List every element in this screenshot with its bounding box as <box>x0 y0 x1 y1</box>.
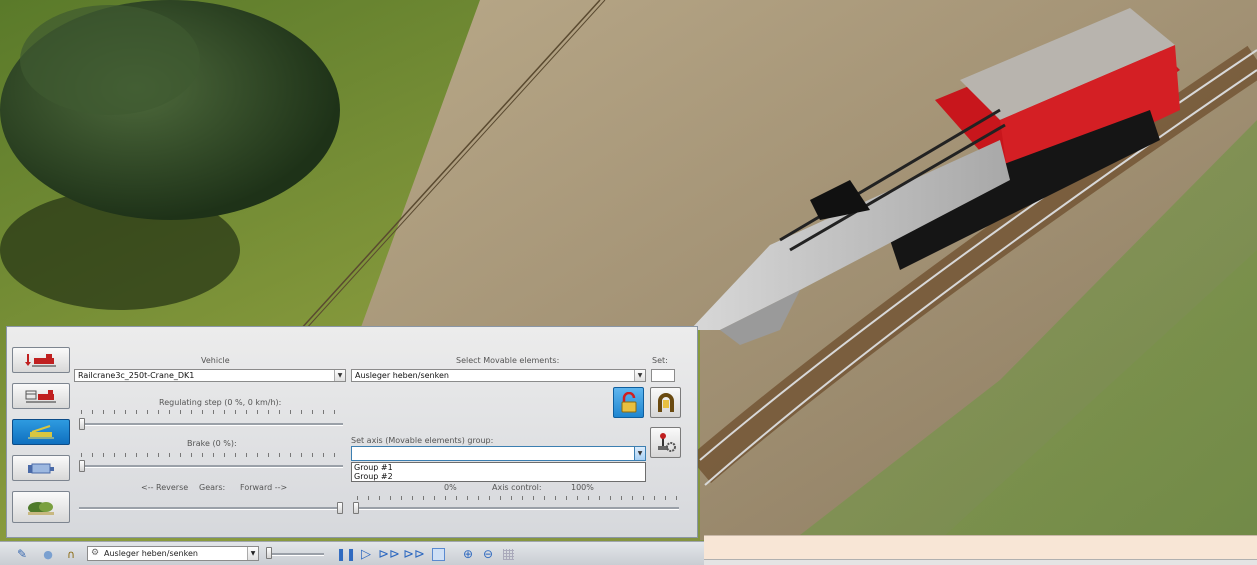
locomotive-timetable-icon <box>25 390 56 403</box>
chevron-down-icon[interactable]: ▼ <box>334 370 345 381</box>
set-label: Set: <box>652 356 668 365</box>
magnet-grab-button[interactable] <box>650 387 681 418</box>
axis-group-label: Set axis (Movable elements) group: <box>351 436 494 445</box>
toolbar-movable-select[interactable]: ⚙ Ausleger heben/senken ▼ <box>87 546 259 561</box>
frame-icon <box>431 547 445 561</box>
lock-open-icon <box>621 391 636 412</box>
toolbar-movable-select-value: Ausleger heben/senken <box>104 549 198 558</box>
vehicle-select-value: Railcrane3c_250t-Crane_DK1 <box>78 371 195 380</box>
side-button-timetable[interactable] <box>12 383 70 409</box>
grid-button[interactable] <box>500 546 516 562</box>
gears-slider-track[interactable] <box>79 507 343 510</box>
chevron-down-icon[interactable]: ▼ <box>634 447 645 460</box>
joystick-settings-button[interactable] <box>650 427 681 458</box>
forward-label: Forward --> <box>240 483 288 492</box>
movable-elements-label: Select Movable elements: <box>456 356 560 365</box>
regulating-slider-thumb[interactable] <box>79 418 85 430</box>
screenshot-button[interactable] <box>430 546 446 562</box>
chevron-down-icon[interactable]: ▼ <box>634 370 645 381</box>
chevron-down-icon[interactable]: ▼ <box>247 547 258 560</box>
crane-control-button[interactable]: ∩ <box>63 546 79 562</box>
reverse-label: <-- Reverse <box>141 483 189 492</box>
fastest-forward-button[interactable]: ⊳⊳ <box>403 546 425 562</box>
side-button-landscape[interactable] <box>12 491 70 523</box>
regulating-ticks <box>81 410 345 414</box>
horizontal-scrollbar[interactable] <box>704 559 1257 565</box>
gear-small-icon: ⚙ <box>91 548 100 558</box>
side-button-coupling[interactable] <box>12 455 70 481</box>
bulb-button[interactable]: ● <box>40 546 56 562</box>
pencil-icon: ✎ <box>16 547 28 561</box>
zoom-in-icon: ⊕ <box>462 547 474 561</box>
fastest-forward-icon: ⊳⊳ <box>403 546 425 562</box>
pause-button[interactable]: ❚❚ <box>335 546 357 562</box>
zoom-in-button[interactable]: ⊕ <box>460 546 476 562</box>
brake-slider-thumb[interactable] <box>79 460 85 472</box>
gears-slider-thumb[interactable] <box>337 502 343 514</box>
unlock-button[interactable] <box>613 387 644 418</box>
axis-control-ticks <box>357 496 679 500</box>
zoom-out-button[interactable]: ⊖ <box>480 546 496 562</box>
fast-forward-icon: ⊳⊳ <box>378 546 400 562</box>
magnet-grab-small-icon: ∩ <box>66 547 76 561</box>
regulating-step-label: Regulating step (0 %, 0 km/h): <box>159 398 282 407</box>
coupling-icon <box>28 463 54 474</box>
axis-percent-max: 100% <box>571 483 594 492</box>
axis-control-slider-thumb[interactable] <box>353 502 359 514</box>
axis-group-dropdown-list: Group #1 Group #2 <box>351 462 646 482</box>
pause-icon: ❚❚ <box>335 547 357 561</box>
axis-control-slider-track[interactable] <box>353 507 679 510</box>
axis-group-select[interactable]: ▼ <box>351 446 646 461</box>
toolbar-speed-slider-thumb[interactable] <box>266 547 272 559</box>
gears-label: Gears: <box>199 483 226 492</box>
crane-wagon-icon <box>28 425 54 439</box>
status-area <box>704 535 1257 565</box>
axis-control-label: Axis control: <box>492 483 542 492</box>
grid-icon <box>502 548 514 560</box>
dropdown-option-group-1[interactable]: Group #1 <box>352 463 645 472</box>
fast-forward-button[interactable]: ⊳⊳ <box>378 546 400 562</box>
movable-elements-select-value: Ausleger heben/senken <box>355 371 449 380</box>
magnet-grab-icon <box>657 392 674 412</box>
vehicle-label: Vehicle <box>201 356 230 365</box>
brake-label: Brake (0 %): <box>187 439 237 448</box>
regulating-slider-track[interactable] <box>79 423 343 426</box>
brake-slider-track[interactable] <box>79 465 343 468</box>
play-icon: ▷ <box>361 546 371 562</box>
side-button-crane-wagon[interactable] <box>12 419 70 445</box>
set-input[interactable] <box>651 369 675 382</box>
zoom-out-icon: ⊖ <box>482 547 494 561</box>
vehicle-control-panel: Vehicle Railcrane3c_250t-Crane_DK1 ▼ Sel… <box>6 326 698 538</box>
play-button[interactable]: ▷ <box>358 546 374 562</box>
lightbulb-icon: ● <box>43 547 53 561</box>
bottom-toolbar: ✎ ● ∩ ⚙ Ausleger heben/senken ▼ ❚❚ ▷ ⊳⊳ … <box>0 541 704 565</box>
dropdown-option-group-2[interactable]: Group #2 <box>352 472 645 481</box>
vehicle-select[interactable]: Railcrane3c_250t-Crane_DK1 ▼ <box>74 369 346 382</box>
toolbar-speed-slider[interactable] <box>268 553 324 556</box>
edit-mode-button[interactable]: ✎ <box>14 546 30 562</box>
axis-percent-min: 0% <box>444 483 457 492</box>
landscape-icon <box>28 502 54 515</box>
movable-elements-select[interactable]: Ausleger heben/senken ▼ <box>351 369 646 382</box>
joystick-gear-icon <box>657 432 676 452</box>
locomotive-red-arrow-icon <box>25 354 56 367</box>
side-button-vehicle-locomotive[interactable] <box>12 347 70 373</box>
brake-ticks <box>81 453 345 457</box>
